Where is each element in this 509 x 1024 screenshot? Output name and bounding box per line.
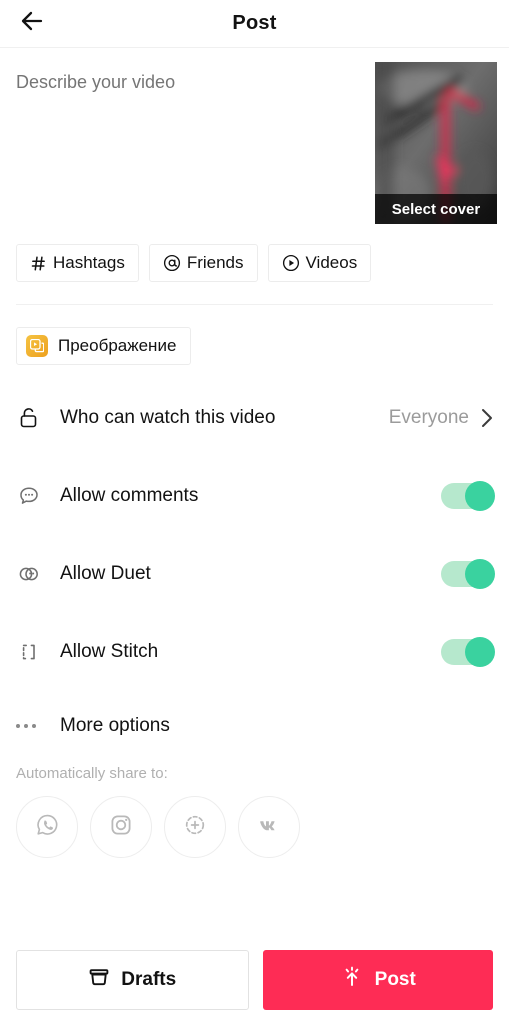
share-instagram-button[interactable]: [90, 796, 152, 858]
chip-friends-label: Friends: [186, 253, 244, 272]
cover-thumbnail[interactable]: Select cover: [375, 62, 497, 224]
stitch-icon: [16, 639, 60, 665]
chip-videos-label: Videos: [305, 253, 358, 272]
insert-chips: Hashtags Friends Videos: [0, 244, 509, 282]
share-instagram-story-button[interactable]: [164, 796, 226, 858]
whatsapp-icon: [32, 810, 62, 845]
toggle-allow-stitch[interactable]: [441, 637, 495, 667]
row-allow-duet-label: Allow Duet: [60, 563, 151, 584]
row-allow-comments-label: Allow comments: [60, 485, 199, 506]
row-who-can-watch-label: Who can watch this video: [60, 407, 276, 428]
chevron-right-icon: [481, 408, 493, 428]
chip-hashtags-label: Hashtags: [53, 253, 125, 272]
chip-friends[interactable]: Friends: [148, 244, 258, 282]
arrow-left-icon: [19, 8, 45, 39]
play-circle-icon: [282, 254, 300, 272]
drafts-label: Drafts: [121, 969, 177, 990]
instagram-icon: [106, 810, 136, 845]
header: Post: [0, 0, 509, 48]
description-input[interactable]: [16, 70, 346, 94]
effect-badge[interactable]: Преображение: [16, 327, 192, 365]
bottom-action-bar: Drafts Post: [0, 950, 509, 1024]
share-vk-button[interactable]: [238, 796, 300, 858]
unlock-icon: [16, 405, 60, 431]
instagram-story-icon: [180, 810, 210, 845]
effect-area: Преображение: [0, 305, 509, 365]
select-cover-label[interactable]: Select cover: [375, 194, 497, 224]
chip-hashtags[interactable]: Hashtags: [16, 244, 139, 282]
toggle-allow-comments[interactable]: [441, 481, 495, 511]
chip-videos[interactable]: Videos: [267, 244, 372, 282]
post-screen: Post Describe your video Select cover Ha…: [0, 0, 509, 1024]
settings-list: Who can watch this video Everyone Allow …: [0, 379, 509, 691]
row-who-can-watch[interactable]: Who can watch this video Everyone: [16, 379, 493, 457]
more-options-label: More options: [60, 715, 170, 736]
at-mention-icon: [163, 254, 181, 272]
duet-icon: [16, 561, 60, 587]
share-targets: [0, 782, 509, 858]
vk-icon: [254, 810, 284, 845]
row-allow-comments[interactable]: Allow comments: [16, 457, 495, 535]
toggle-allow-duet[interactable]: [441, 559, 495, 589]
row-allow-stitch[interactable]: Allow Stitch: [16, 613, 495, 691]
share-whatsapp-button[interactable]: [16, 796, 78, 858]
back-button[interactable]: [10, 2, 54, 46]
description-area: Select cover: [0, 48, 509, 238]
hashtag-icon: [30, 255, 47, 272]
more-options-row[interactable]: More options: [0, 691, 509, 761]
share-section-title: Automatically share to:: [16, 765, 168, 782]
comment-bubble-icon: [16, 483, 60, 509]
archive-box-icon: [88, 966, 110, 994]
row-allow-stitch-label: Allow Stitch: [60, 641, 159, 662]
effect-play-icon: [26, 335, 48, 357]
post-label: Post: [374, 969, 416, 990]
drafts-button[interactable]: Drafts: [16, 950, 249, 1010]
post-button[interactable]: Post: [262, 950, 493, 1010]
row-allow-duet[interactable]: Allow Duet: [16, 535, 495, 613]
ellipsis-icon: [16, 724, 60, 728]
page-title: Post: [232, 12, 277, 34]
upload-sparkle-icon: [340, 965, 364, 995]
effect-label: Преображение: [58, 336, 177, 355]
privacy-value: Everyone: [388, 407, 469, 428]
